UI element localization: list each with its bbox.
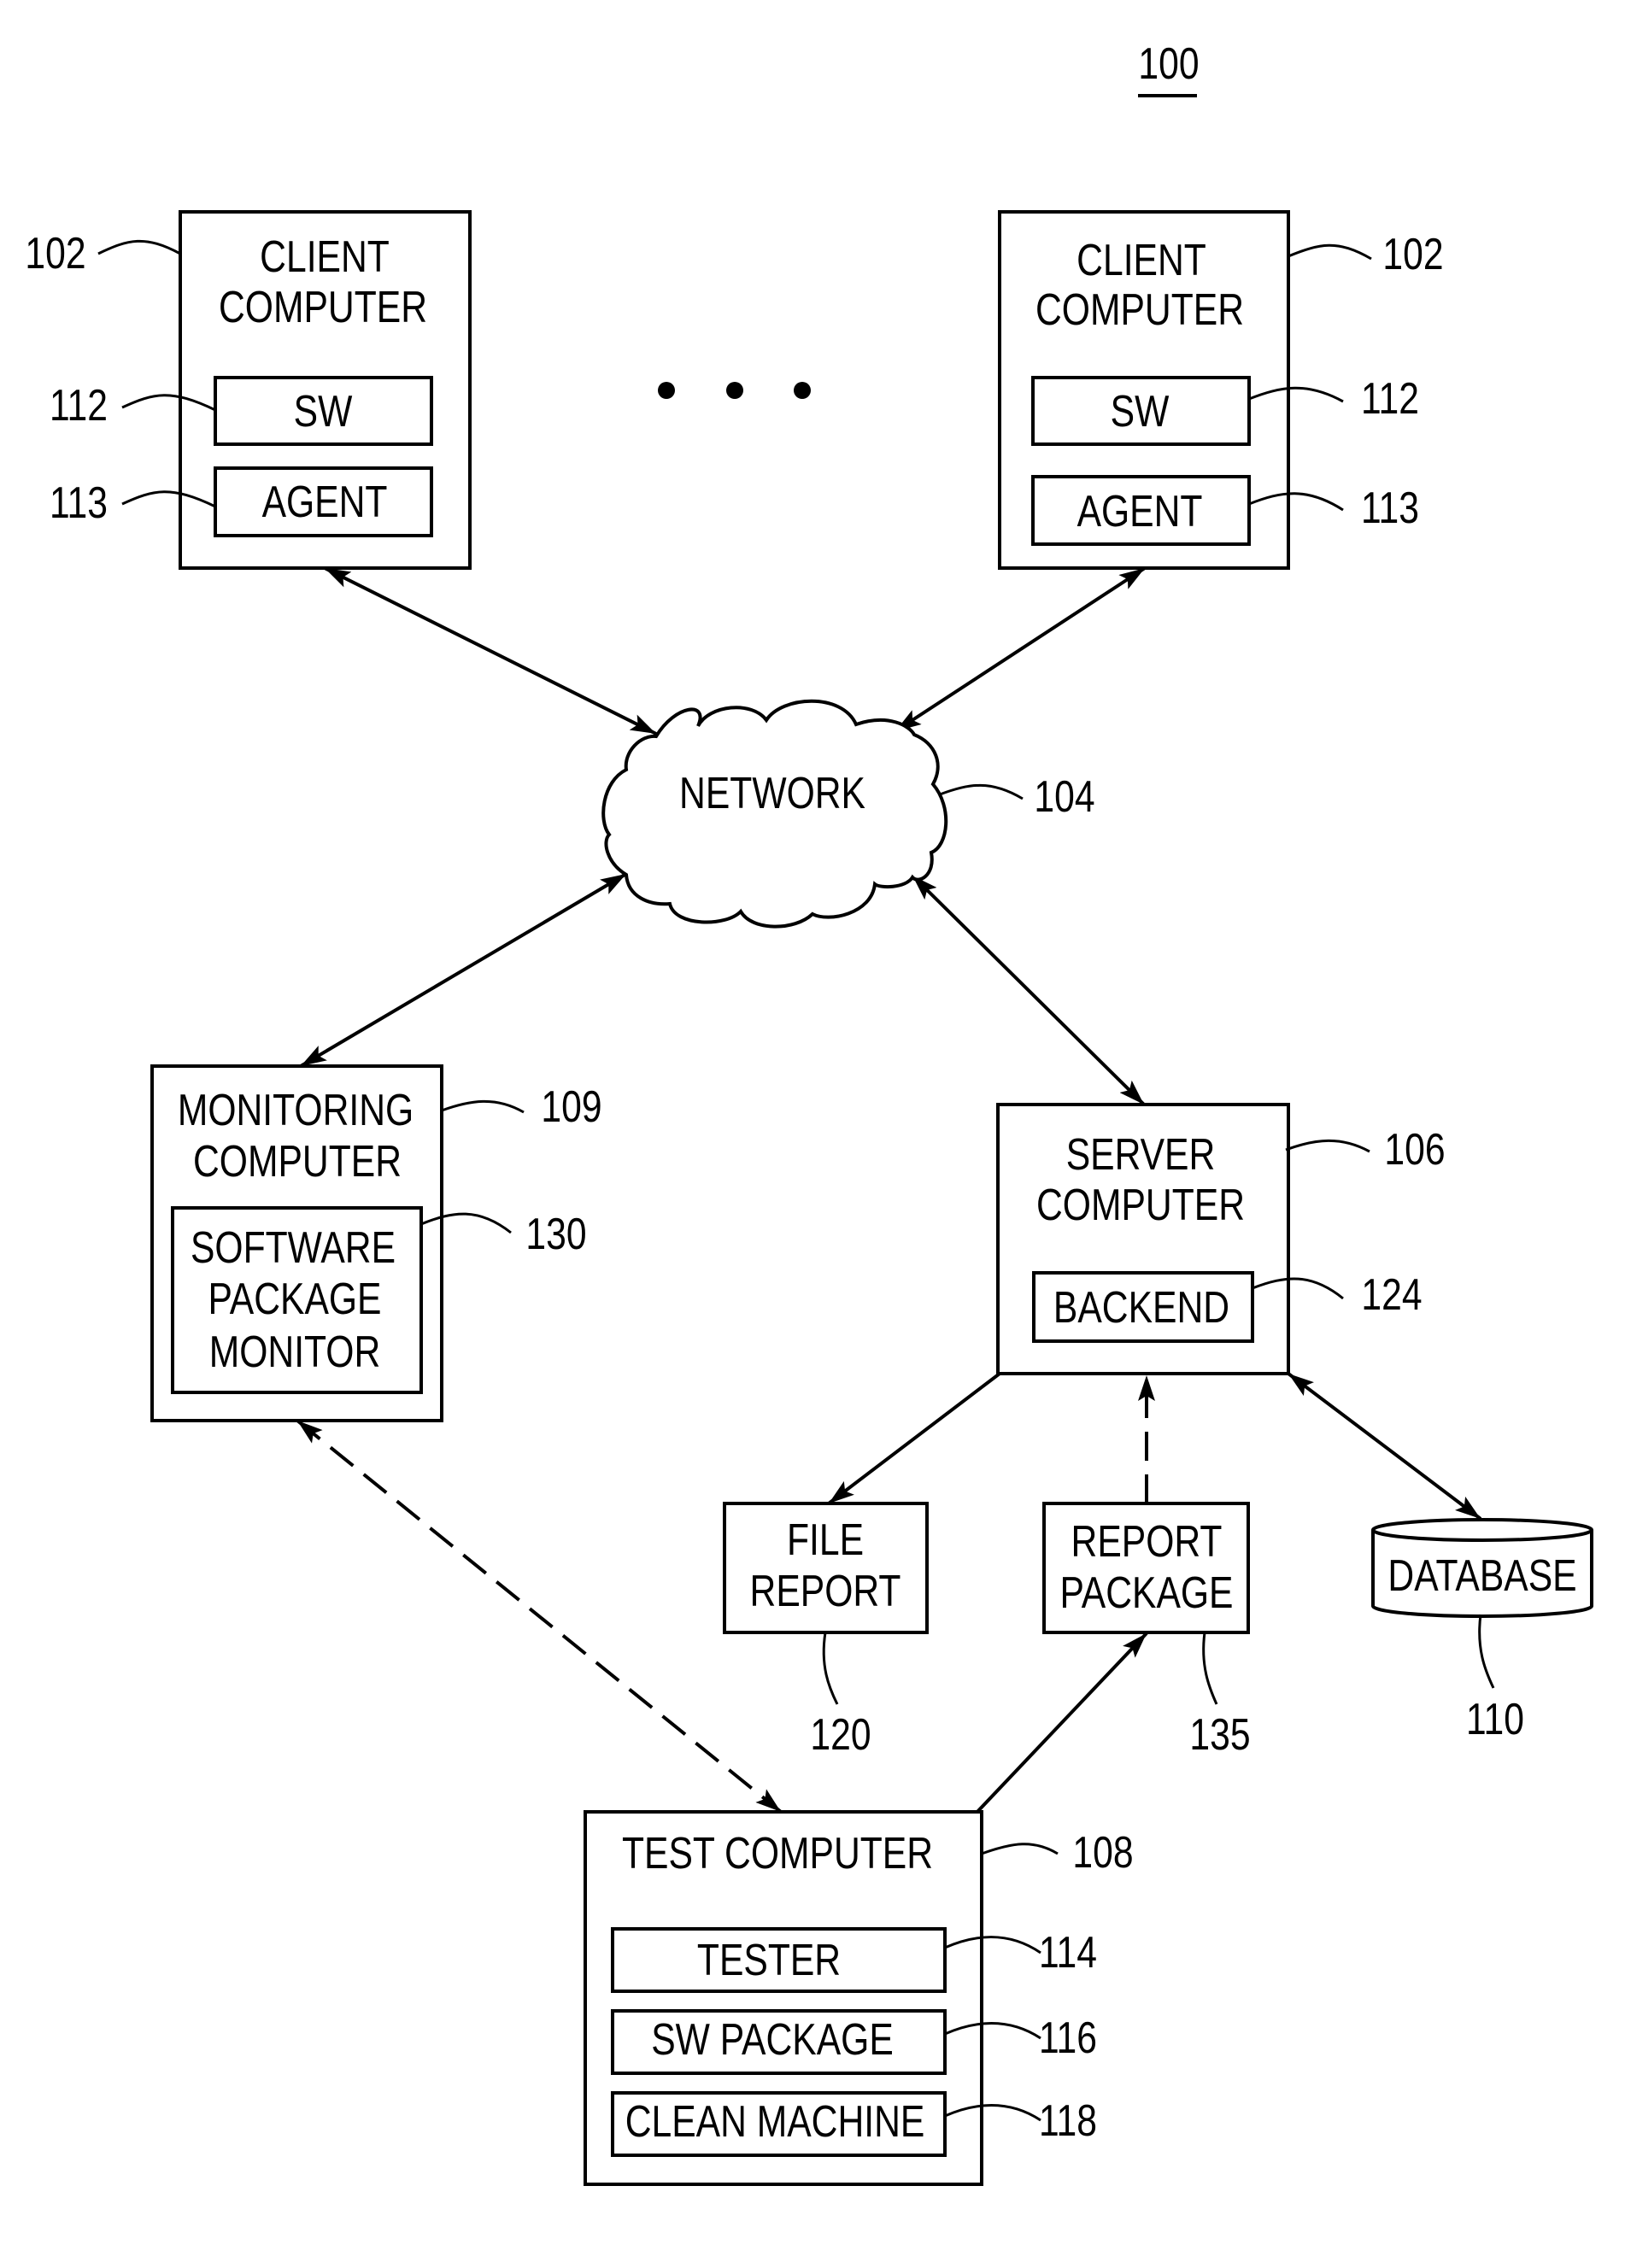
file-report[interactable]: FILE REPORT: [723, 1502, 929, 1634]
client-left-agent-label: AGENT: [262, 478, 388, 527]
file-report-line2: REPORT: [750, 1567, 901, 1616]
network-label: NETWORK: [679, 769, 865, 818]
ellipsis-dot: [794, 382, 811, 399]
arrow-monitoring-network[interactable]: [299, 872, 628, 1068]
arrow-server-database[interactable]: [1287, 1372, 1482, 1521]
client-right-sw-label: SW: [1111, 387, 1170, 437]
test-computer-title: TEST COMPUTER: [622, 1829, 933, 1878]
client-right-title-line1: CLIENT: [1076, 236, 1206, 285]
client-left-sw-label: SW: [294, 387, 353, 437]
arrow-client-left-network[interactable]: [324, 566, 657, 735]
client-computer-right[interactable]: CLIENT COMPUTER SW AGENT: [998, 210, 1290, 570]
leader-line: [1202, 1632, 1218, 1705]
client-computer-left[interactable]: CLIENT COMPUTER SW AGENT: [179, 210, 472, 570]
ref-report-package: 135: [1189, 1710, 1250, 1760]
ellipsis-dots: [658, 382, 811, 399]
leader-line: [97, 239, 181, 255]
arrow-server-network[interactable]: [911, 874, 1146, 1106]
ref-file-report: 120: [810, 1710, 871, 1760]
report-package-line1: REPORT: [1071, 1517, 1223, 1567]
ref-database: 110: [1466, 1695, 1524, 1744]
system-diagram: 100 CLIENT COMPUTER SW AGENT CLIENT COMP…: [25, 39, 1593, 2186]
ref-monitoring: 109: [541, 1082, 601, 1132]
test-computer[interactable]: TEST COMPUTER TESTER SW PACKAGE CLEAN MA…: [584, 1810, 983, 2186]
ref-backend: 124: [1361, 1270, 1422, 1320]
ref-tester: 114: [1039, 1928, 1097, 1978]
ref-client-left-agent: 113: [50, 478, 108, 528]
leader-line: [939, 783, 1024, 800]
ref-software-package-monitor: 130: [525, 1210, 586, 1259]
ref-network: 104: [1034, 772, 1094, 822]
ref-sw-package: 116: [1039, 2013, 1097, 2063]
leader-line: [441, 1099, 525, 1114]
report-package-line2: PACKAGE: [1060, 1568, 1234, 1618]
leader-line: [1288, 243, 1372, 261]
tester-label: TESTER: [697, 1936, 841, 1985]
leader-line: [1478, 1614, 1495, 1689]
client-left-title-line1: CLIENT: [260, 232, 390, 282]
monitoring-title-line2: COMPUTER: [193, 1137, 402, 1187]
ref-test-computer: 108: [1072, 1828, 1133, 1878]
sw-package-label: SW PACKAGE: [651, 2015, 894, 2065]
monitoring-title-line1: MONITORING: [178, 1086, 414, 1135]
ref-client-left: 102: [25, 229, 85, 278]
ref-client-right: 102: [1382, 230, 1443, 279]
arrow-client-right-network[interactable]: [894, 566, 1147, 733]
network-cloud[interactable]: NETWORK: [601, 699, 948, 929]
clean-machine-label: CLEAN MACHINE: [625, 2097, 925, 2147]
backend-label: BACKEND: [1053, 1283, 1229, 1333]
spm-line2: PACKAGE: [208, 1275, 382, 1324]
ellipsis-dot: [658, 382, 675, 399]
arrow-test-report-package[interactable]: [974, 1632, 1148, 1815]
monitoring-computer[interactable]: MONITORING COMPUTER SOFTWARE PACKAGE MON…: [150, 1064, 443, 1422]
arrow-monitoring-test[interactable]: [296, 1419, 783, 1814]
leader-line: [981, 1843, 1059, 1855]
figure-number-text: 100: [1138, 39, 1199, 89]
ref-server: 106: [1384, 1125, 1445, 1175]
ref-clean-machine: 118: [1039, 2096, 1097, 2146]
ellipsis-dot: [726, 382, 743, 399]
arrow-server-file-report[interactable]: [827, 1372, 1001, 1505]
figure-number: 100: [1138, 39, 1200, 97]
ref-client-right-sw: 112: [1361, 374, 1419, 424]
client-right-title-line2: COMPUTER: [1035, 285, 1244, 335]
ref-client-left-sw: 112: [50, 381, 108, 431]
file-report-line1: FILE: [787, 1515, 864, 1565]
client-left-title-line2: COMPUTER: [219, 283, 427, 332]
report-package[interactable]: REPORT PACKAGE: [1042, 1502, 1250, 1634]
server-title-line2: COMPUTER: [1036, 1181, 1245, 1230]
ref-client-right-agent: 113: [1361, 483, 1419, 533]
server-computer[interactable]: SERVER COMPUTER BACKEND: [996, 1103, 1290, 1375]
client-right-agent-label: AGENT: [1077, 487, 1203, 536]
spm-line3: MONITOR: [209, 1327, 381, 1377]
server-title-line1: SERVER: [1066, 1130, 1216, 1180]
spm-line1: SOFTWARE: [191, 1223, 396, 1273]
leader-line: [1285, 1139, 1370, 1153]
database[interactable]: DATABASE: [1371, 1518, 1593, 1618]
leader-line: [822, 1632, 839, 1705]
database-label: DATABASE: [1387, 1551, 1576, 1601]
